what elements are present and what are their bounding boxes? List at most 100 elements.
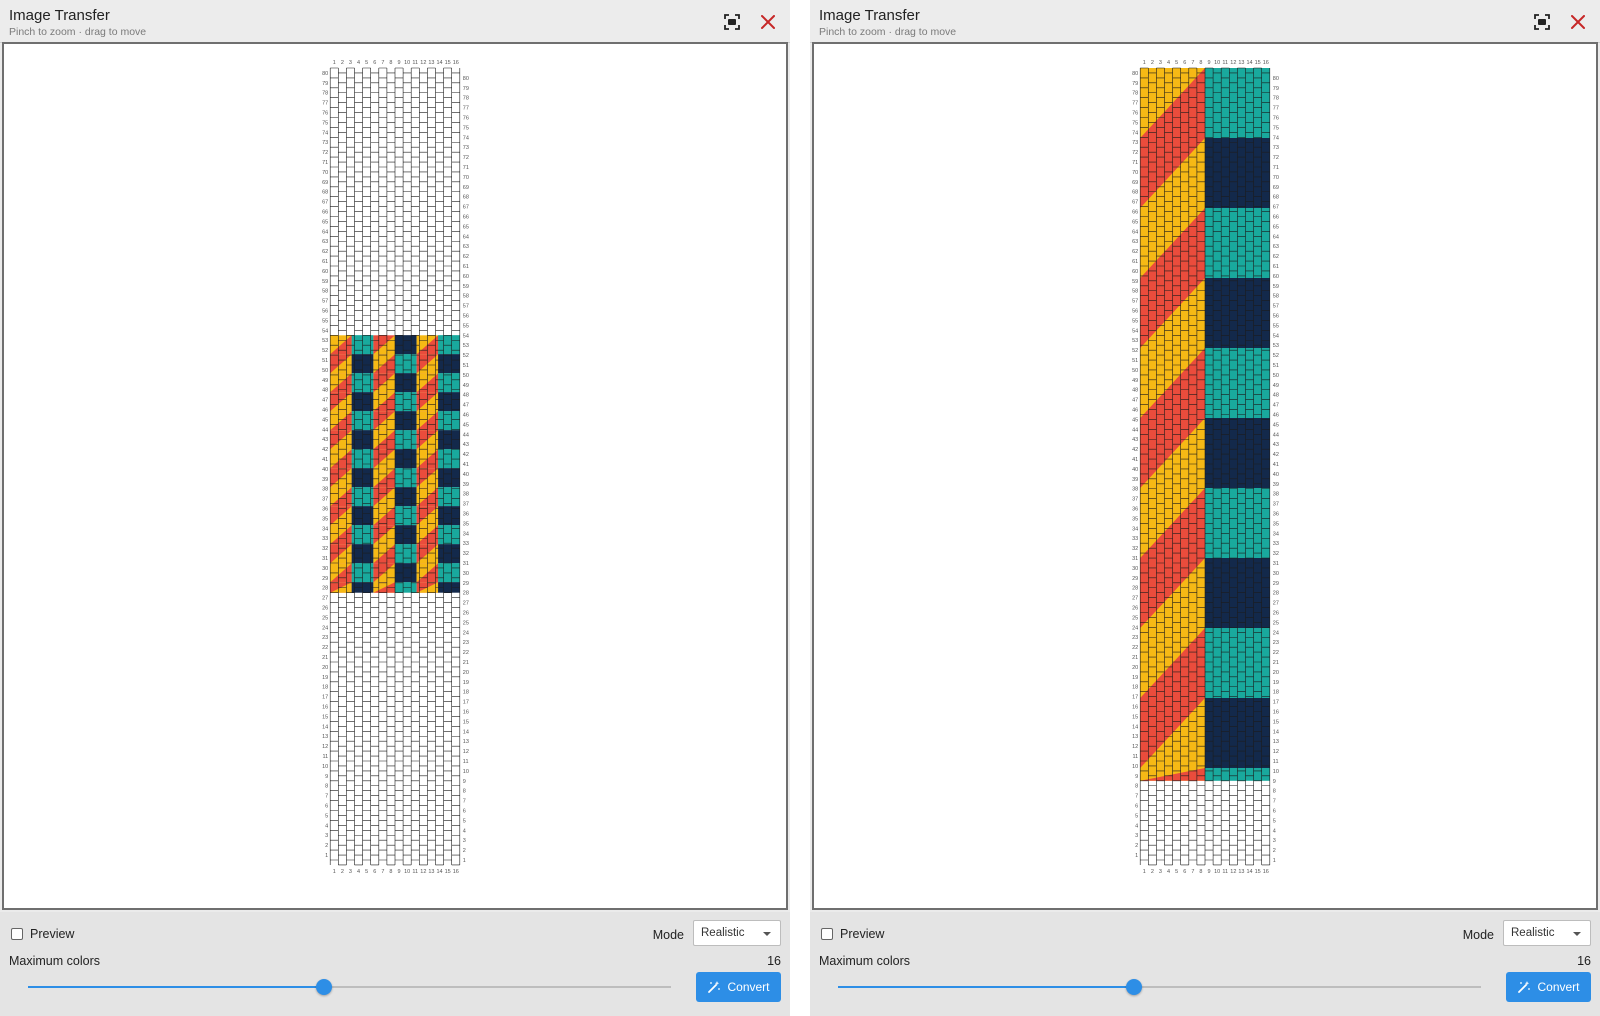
preview-checkbox[interactable]: [11, 928, 23, 940]
pattern-canvas[interactable]: 1 1 2 2 3 3 4 4 5 5 6 6 7 7 8 8 9 9 10 10 11 11 12 12 13 13 14 14 15…: [812, 42, 1598, 910]
row-number: 59: [1132, 279, 1138, 285]
row-number: 60: [1273, 274, 1279, 280]
slider-thumb[interactable]: [1125, 979, 1142, 995]
row-number: 11: [322, 754, 328, 760]
fit-to-screen-button[interactable]: [720, 10, 744, 34]
row-number: 58: [322, 289, 328, 295]
row-number: 32: [463, 551, 469, 557]
row-number: 47: [463, 403, 469, 409]
row-number: 66: [322, 210, 328, 216]
row-number: 3: [463, 838, 466, 844]
window-subtitle: Pinch to zoom · drag to move: [9, 26, 147, 38]
row-number: 80: [1273, 76, 1279, 82]
row-number: 63: [463, 244, 469, 250]
row-number: 46: [1273, 412, 1279, 418]
column-number: 2: [1151, 869, 1154, 875]
close-icon: [1571, 15, 1585, 29]
row-number: 47: [322, 398, 328, 404]
max-colors-slider[interactable]: [28, 979, 671, 995]
row-number: 8: [1273, 789, 1276, 795]
row-number: 75: [463, 125, 469, 131]
row-number: 16: [463, 709, 469, 715]
row-number: 77: [1273, 106, 1279, 112]
slider-thumb[interactable]: [315, 979, 332, 995]
row-number: 15: [1132, 714, 1138, 720]
column-number: 7: [381, 60, 384, 66]
row-number: 19: [1132, 675, 1138, 681]
row-number: 55: [322, 318, 328, 324]
row-number: 57: [463, 304, 469, 310]
max-colors-slider[interactable]: [838, 979, 1481, 995]
window-subtitle: Pinch to zoom · drag to move: [819, 26, 957, 38]
column-number: 14: [436, 60, 442, 66]
image-transfer-window-right: Image Transfer Pinch to zoom · drag to m…: [810, 0, 1600, 1016]
row-number: 6: [1273, 808, 1276, 814]
row-number: 37: [322, 497, 328, 503]
column-number: 3: [1159, 869, 1162, 875]
preview-toggle[interactable]: Preview: [11, 927, 74, 941]
preview-checkbox[interactable]: [821, 928, 833, 940]
row-number: 26: [1273, 610, 1279, 616]
row-number: 47: [1273, 403, 1279, 409]
row-number: 25: [322, 615, 328, 621]
column-number: 4: [1167, 869, 1170, 875]
row-number: 29: [463, 581, 469, 587]
pattern-canvas[interactable]: 1 1 2 2 3 3 4 4 5 5 6 6 7 7 8 8 9 9 10 10 11 11 12 12 13 13 14 14 15…: [2, 42, 788, 910]
row-number: 13: [463, 739, 469, 745]
close-button[interactable]: [1566, 10, 1590, 34]
row-number: 55: [463, 323, 469, 329]
fit-to-screen-button[interactable]: [1530, 10, 1554, 34]
column-number: 12: [420, 60, 426, 66]
row-number: 73: [1273, 145, 1279, 151]
row-number: 2: [325, 843, 328, 849]
row-number: 79: [1273, 86, 1279, 92]
row-number: 1: [1273, 858, 1276, 864]
column-number: 16: [453, 869, 459, 875]
preview-label: Preview: [30, 927, 75, 941]
row-number: 27: [1132, 596, 1138, 602]
row-number: 1: [1135, 853, 1138, 859]
row-number: 62: [322, 249, 328, 255]
close-button[interactable]: [756, 10, 780, 34]
row-number: 78: [463, 96, 469, 102]
row-number: 61: [1273, 264, 1279, 270]
row-number: 41: [1273, 462, 1279, 468]
row-number: 72: [1273, 155, 1279, 161]
row-number: 18: [1273, 690, 1279, 696]
convert-button[interactable]: Convert: [696, 972, 781, 1002]
row-number: 59: [322, 279, 328, 285]
row-number: 67: [463, 205, 469, 211]
row-number: 74: [322, 130, 328, 136]
row-number: 12: [322, 744, 328, 750]
row-number: 33: [322, 536, 328, 542]
row-number: 51: [1273, 363, 1279, 369]
mode-select[interactable]: Realistic: [1503, 920, 1591, 946]
row-number: 31: [463, 561, 469, 567]
column-number: 2: [1151, 60, 1154, 66]
row-number: 68: [1132, 190, 1138, 196]
convert-button[interactable]: Convert: [1506, 972, 1591, 1002]
row-number: 5: [1273, 818, 1276, 824]
row-number: 68: [463, 195, 469, 201]
row-number: 77: [463, 106, 469, 112]
row-number: 24: [322, 625, 328, 631]
controls-panel: Preview Mode Realistic Maximum colors 16…: [0, 912, 790, 1016]
row-number: 9: [463, 779, 466, 785]
row-number: 34: [463, 531, 469, 537]
mode-select[interactable]: Realistic: [693, 920, 781, 946]
row-number: 61: [322, 259, 328, 265]
slider-fill: [838, 986, 1134, 988]
row-number: 65: [463, 224, 469, 230]
row-number: 60: [322, 269, 328, 275]
column-number: 1: [1143, 60, 1146, 66]
row-number: 25: [1273, 620, 1279, 626]
row-number: 63: [1273, 244, 1279, 250]
row-number: 60: [463, 274, 469, 280]
chevron-down-icon: [763, 932, 771, 936]
row-number: 49: [1132, 378, 1138, 384]
row-number: 1: [463, 858, 466, 864]
row-number: 21: [463, 660, 469, 666]
row-number: 42: [1132, 447, 1138, 453]
row-number: 43: [1132, 437, 1138, 443]
preview-toggle[interactable]: Preview: [821, 927, 884, 941]
